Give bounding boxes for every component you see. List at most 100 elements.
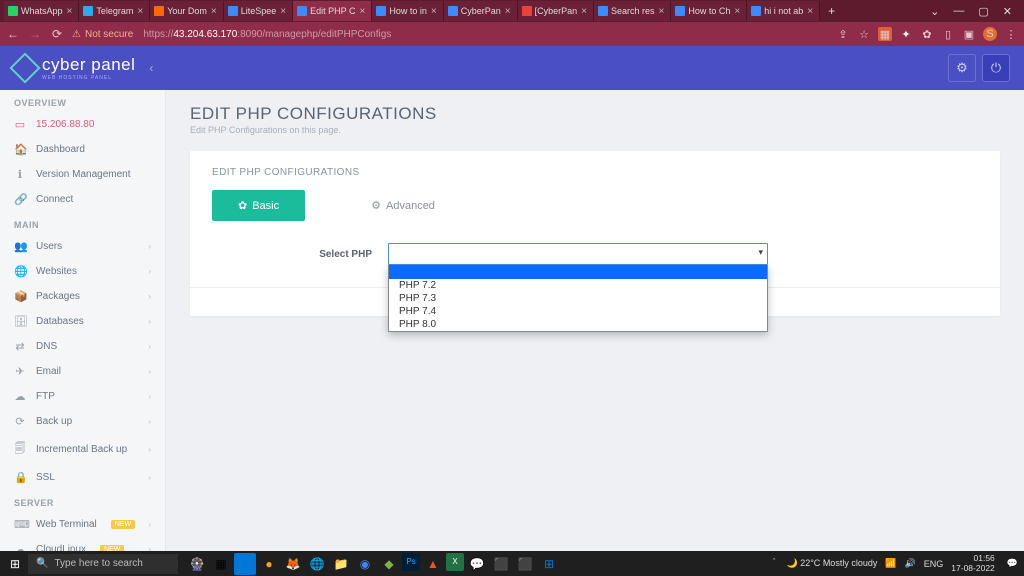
browser-tab[interactable]: How to in× [372,1,443,21]
tab-basic[interactable]: ✿ Basic [212,190,305,221]
puzzle-icon[interactable]: ✿ [920,27,934,41]
settings-button[interactable]: ⚙ [948,54,976,82]
security-warning[interactable]: ⚠ Not secure [72,29,133,40]
taskbar-search[interactable]: 🔍 Type here to search [28,554,178,574]
window-minimize-icon[interactable]: — [953,5,964,18]
browser-tab[interactable]: [CyberPan× [518,1,594,21]
window-maximize-icon[interactable]: ▢ [978,5,988,18]
brand-logo[interactable]: cyber panel WEB HOSTING PANEL [14,55,135,81]
sidebar-item-label: Databases [36,316,84,327]
wifi-icon[interactable]: 📶 [885,558,896,569]
taskbar-app-icon[interactable]: 📁 [330,553,352,575]
notifications-icon[interactable]: 💬 [1007,558,1018,569]
extension-badge[interactable]: ▦ [878,27,892,41]
tray-chevron-icon[interactable]: ＾ [769,557,778,570]
sidebar-collapse-button[interactable]: ‹ [149,61,153,75]
volume-icon[interactable]: 🔊 [905,558,916,569]
taskbar-app-icon[interactable]: ◆ [378,553,400,575]
sidebar-item-icon: 🌐 [14,265,26,278]
close-icon[interactable]: × [505,6,511,17]
dropdown-option[interactable]: PHP 7.2 [389,279,767,292]
reload-button[interactable]: ⟳ [50,27,64,41]
taskbar-app-icon[interactable]: 🎡 [186,553,208,575]
taskbar-app-icon[interactable]: ⬛ [490,553,512,575]
browser-tab[interactable]: hi i not ab× [747,1,820,21]
close-icon[interactable]: × [211,6,217,17]
browser-tab[interactable]: Search res× [594,1,671,21]
tab-label: Telegram [96,6,133,16]
browser-tab[interactable]: WhatsApp× [4,1,79,21]
taskbar-app-icon[interactable]: ⬛ [514,553,536,575]
sidebar-item[interactable]: ☁FTP› [0,384,165,409]
start-button[interactable]: ⊞ [6,555,24,573]
close-icon[interactable]: × [280,6,286,17]
profile-avatar[interactable]: S [983,27,997,41]
sidebar-item[interactable]: ℹVersion Management [0,162,165,187]
sidebar-heading: SERVER [0,490,165,512]
clock[interactable]: 01:56 17-08-2022 [951,554,998,573]
close-icon[interactable]: × [360,6,366,17]
taskbar-app-icon[interactable]: ◉ [354,553,376,575]
taskbar-app-icon[interactable] [234,553,256,575]
close-icon[interactable]: × [659,6,665,17]
close-icon[interactable]: × [431,6,437,17]
dropdown-option[interactable] [389,265,767,279]
close-icon[interactable]: × [137,6,143,17]
tab-advanced[interactable]: ⚙ Advanced [345,190,461,221]
chevron-right-icon: › [148,473,151,482]
sidebar-item[interactable]: ⌨Web TerminalNEW› [0,512,165,537]
power-button[interactable]: ⏻ [982,54,1010,82]
sidebar-item[interactable]: ☁CloudLinuxNEW› [0,537,165,551]
close-icon[interactable]: × [807,6,813,17]
share-icon[interactable]: ⇪ [836,27,850,41]
window-close-icon[interactable]: ✕ [1003,5,1012,18]
sidebar-item[interactable]: ⇄DNS› [0,334,165,359]
sidebar-item[interactable]: 🌐Websites› [0,259,165,284]
sidebar-item[interactable]: 🗄Databases› [0,309,165,334]
close-icon[interactable]: × [581,6,587,17]
extension-icon[interactable]: ✦ [899,27,913,41]
taskbar-app-icon[interactable]: 🌐 [306,553,328,575]
forward-button[interactable]: → [28,27,42,41]
weather-widget[interactable]: 🌙 22°C Mostly cloudy [786,558,877,569]
sidebar-item[interactable]: ▭15.206.88.80 [0,112,165,137]
browser-tab[interactable]: LiteSpee× [224,1,293,21]
language-indicator[interactable]: ENG [924,559,944,569]
sidebar-item[interactable]: 👥Users› [0,234,165,259]
taskbar-app-icon[interactable]: 🦊 [282,553,304,575]
sidebar-item[interactable]: 🗐Incremental Back up› [0,434,165,465]
dropdown-option[interactable]: PHP 7.4 [389,305,767,318]
taskbar-app-icon[interactable]: ▦ [210,553,232,575]
url-display[interactable]: https://43.204.63.170:8090/managephp/edi… [143,29,391,40]
reading-list-icon[interactable]: ▯ [941,27,955,41]
close-icon[interactable]: × [67,6,73,17]
taskbar-app-icon[interactable]: X [446,553,464,571]
taskbar-app-icon[interactable]: Ps [402,553,420,571]
browser-tab[interactable]: Your Dom× [150,1,224,21]
sidebar-item-label: DNS [36,341,57,352]
kebab-menu-icon[interactable]: ⋮ [1004,27,1018,41]
close-icon[interactable]: × [734,6,740,17]
taskbar-app-icon[interactable]: ⊞ [538,553,560,575]
sidebar-item[interactable]: ✈Email› [0,359,165,384]
sidebar-item[interactable]: 📦Packages› [0,284,165,309]
sidebar-item[interactable]: 🏠Dashboard [0,137,165,162]
new-tab-button[interactable]: + [820,4,843,18]
browser-tab[interactable]: Telegram × [79,1,150,21]
select-php-input[interactable] [388,243,768,265]
dropdown-option[interactable]: PHP 7.3 [389,292,767,305]
taskbar-app-icon[interactable]: ▲ [422,553,444,575]
dropdown-option[interactable]: PHP 8.0 [389,318,767,331]
sidebar-item[interactable]: 🔒SSL› [0,465,165,490]
browser-tab[interactable]: How to Ch× [671,1,747,21]
sidebar-item[interactable]: ⟳Back up› [0,409,165,434]
window-dropdown-icon[interactable]: ⌄ [930,5,939,18]
sidebar-item[interactable]: 🔗Connect [0,187,165,212]
taskbar-app-icon[interactable]: ● [258,553,280,575]
back-button[interactable]: ← [6,27,20,41]
extension-box-icon[interactable]: ▣ [962,27,976,41]
browser-tab[interactable]: Edit PHP C× [293,1,372,21]
taskbar-app-icon[interactable]: 💬 [466,553,488,575]
browser-tab[interactable]: CyberPan× [444,1,518,21]
bookmark-icon[interactable]: ☆ [857,27,871,41]
